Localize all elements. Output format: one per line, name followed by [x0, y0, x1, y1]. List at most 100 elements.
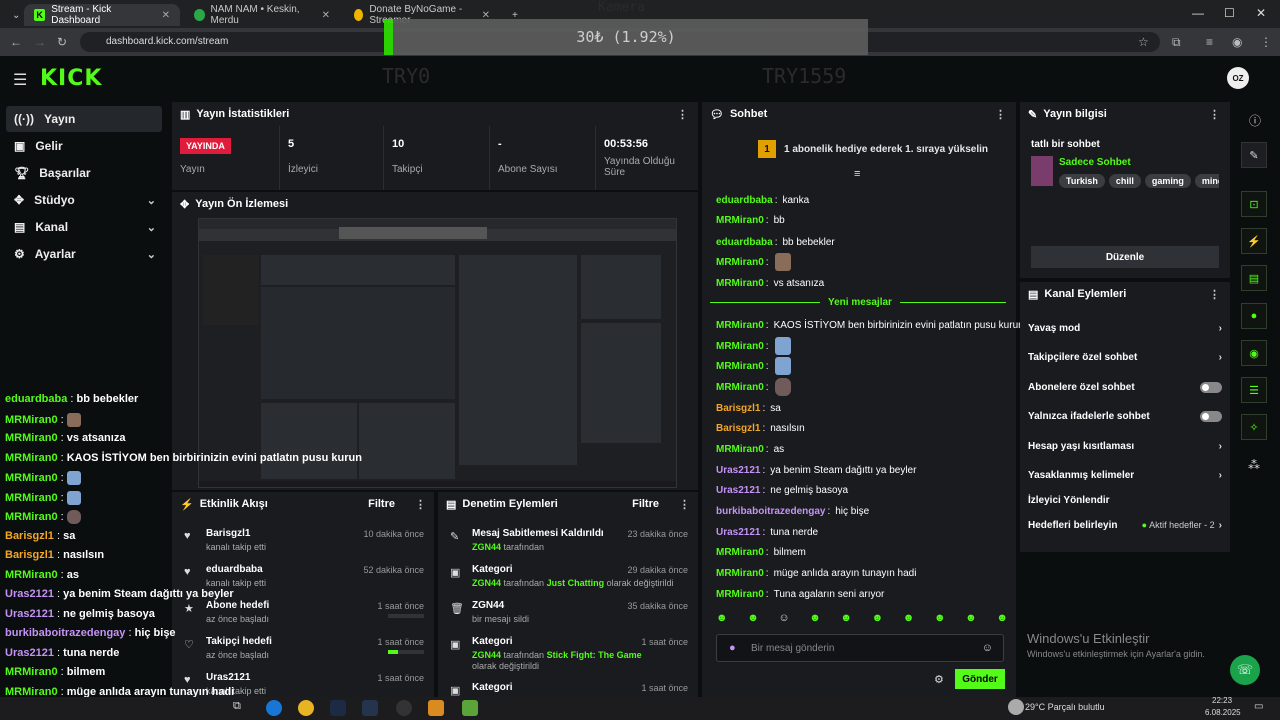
chat-settings-gear-icon[interactable]: ⚙: [934, 673, 944, 686]
more-icon[interactable]: ⋮: [1209, 108, 1220, 121]
chat-username[interactable]: MRMiran0: [716, 444, 764, 455]
browser-menu-icon[interactable]: ⋮: [1260, 35, 1272, 49]
emoji-icon[interactable]: ☺: [982, 642, 993, 654]
action-emotes-only[interactable]: Yalnızca ifadelerle sohbet: [1028, 406, 1222, 426]
emote-icon[interactable]: ☻: [872, 612, 884, 628]
lightning-icon[interactable]: ⚡: [1241, 228, 1267, 254]
bookmark-star-icon[interactable]: ☆: [1138, 35, 1149, 49]
chat-username[interactable]: eduardbaba: [716, 195, 773, 206]
emote-icon[interactable]: ☻: [996, 612, 1008, 628]
focus-icon[interactable]: ⊡: [1241, 191, 1267, 217]
chat-username[interactable]: Uras2121: [716, 527, 760, 538]
scroll-down-icon[interactable]: ≡: [854, 168, 860, 180]
notifications-icon[interactable]: ▭: [1254, 701, 1263, 712]
more-icon[interactable]: ⋮: [679, 498, 690, 511]
action-raid[interactable]: İzleyici Yönlendir: [1028, 490, 1222, 510]
stream-preview-video[interactable]: [198, 218, 677, 488]
pinned-gift-banner[interactable]: 1 1 abonelik hediye ederek 1. sıraya yüks…: [758, 140, 988, 158]
chat-username[interactable]: MRMiran0: [716, 589, 764, 600]
more-icon[interactable]: ⋮: [677, 108, 688, 121]
sidebar-item-basarilar[interactable]: 🏆︎ Başarılar: [6, 160, 162, 186]
app-icon[interactable]: [428, 700, 444, 716]
pencil-icon[interactable]: ✎: [1241, 142, 1267, 168]
action-subscribers-only[interactable]: Abonelere özel sohbet: [1028, 377, 1222, 397]
clock-date[interactable]: 6.08.2025: [1205, 708, 1241, 717]
sidebar-item-gelir[interactable]: ▣ Gelir: [6, 133, 162, 159]
send-button[interactable]: Gönder: [955, 669, 1005, 689]
chat-username[interactable]: Barisgzl1: [716, 403, 760, 414]
close-window-icon[interactable]: ✕: [1256, 6, 1266, 20]
clock-time[interactable]: 22:23: [1212, 696, 1232, 705]
chrome-icon[interactable]: [298, 700, 314, 716]
sidebar-item-studyo[interactable]: ✥ Stüdyo ⌄: [6, 187, 162, 213]
nodes-icon[interactable]: ⁂: [1248, 458, 1260, 472]
chat-username[interactable]: Uras2121: [716, 465, 760, 476]
chat-username[interactable]: MRMiran0: [716, 361, 764, 372]
chat-username[interactable]: eduardbaba: [716, 237, 773, 248]
emote-icon[interactable]: ☻: [934, 612, 946, 628]
user-avatar[interactable]: OZ: [1227, 67, 1249, 89]
server-icon[interactable]: ☰: [1241, 377, 1267, 403]
more-icon[interactable]: ⋮: [415, 498, 426, 511]
edge-icon[interactable]: [266, 700, 282, 716]
chat-username[interactable]: MRMiran0: [716, 257, 764, 268]
chat-username[interactable]: MRMiran0: [716, 568, 764, 579]
profile-icon[interactable]: ◉: [1232, 35, 1242, 49]
chat-username[interactable]: MRMiran0: [716, 320, 764, 331]
more-icon[interactable]: ⋮: [995, 108, 1006, 121]
back-icon[interactable]: ←: [10, 35, 22, 49]
action-goals[interactable]: Hedefleri belirleyin ● Aktif hedefler - 2…: [1028, 515, 1222, 535]
task-view-icon[interactable]: ⧉: [233, 700, 241, 713]
kick-logo[interactable]: KICK: [40, 66, 102, 91]
moderation-filter-button[interactable]: Filtre: [632, 498, 659, 510]
emote-icon[interactable]: ☻: [903, 612, 915, 628]
more-icon[interactable]: ⋮: [1209, 288, 1220, 301]
support-headset-icon[interactable]: ☏: [1230, 655, 1260, 685]
tab-list-button[interactable]: ⌄: [2, 4, 22, 26]
reload-icon[interactable]: ↻: [57, 35, 67, 49]
chat-input-box[interactable]: ● Bir mesaj gönderin ☺: [716, 634, 1004, 662]
info-icon[interactable]: ⓘ: [1249, 112, 1261, 129]
emote-icon[interactable]: ☻: [809, 612, 821, 628]
media-icon[interactable]: ≡: [1206, 35, 1213, 49]
action-banned-words[interactable]: Yasaklanmış kelimeler ›: [1028, 465, 1222, 485]
extensions-icon[interactable]: ⧉: [1172, 35, 1181, 50]
sidebar-item-ayarlar[interactable]: ⚙ Ayarlar ⌄: [6, 241, 162, 267]
hamburger-menu-icon[interactable]: ☰: [13, 70, 27, 90]
chat-username[interactable]: MRMiran0: [716, 382, 764, 393]
forward-icon[interactable]: →: [34, 35, 46, 49]
action-slow-mode[interactable]: Yavaş mod ›: [1028, 318, 1222, 338]
document-icon[interactable]: ▤: [1241, 265, 1267, 291]
broadcast-icon[interactable]: ◉: [1241, 340, 1267, 366]
maximize-icon[interactable]: ☐: [1224, 6, 1235, 20]
chat-username[interactable]: burkibaboitrazedengay: [716, 506, 825, 517]
wrench-icon[interactable]: ✧: [1241, 414, 1267, 440]
subscribers-only-toggle[interactable]: [1200, 381, 1222, 393]
steam-alt-icon[interactable]: [362, 700, 378, 716]
activity-filter-button[interactable]: Filtre: [368, 498, 395, 510]
microphone-icon[interactable]: ●: [729, 642, 736, 654]
chat-username[interactable]: Uras2121: [716, 485, 760, 496]
minimize-icon[interactable]: —: [1192, 6, 1204, 20]
chat-username[interactable]: Barisgzl1: [716, 423, 760, 434]
close-icon[interactable]: ✕: [162, 10, 170, 21]
chat-username[interactable]: MRMiran0: [716, 215, 764, 226]
tab-nam-nam[interactable]: NAM NAM • Keskin, Merdu ✕: [184, 4, 340, 26]
chat-bubble-icon[interactable]: ●: [1241, 303, 1267, 329]
emote-icon[interactable]: ☺: [778, 612, 789, 628]
emote-icon[interactable]: ☻: [716, 612, 728, 628]
emote-icon[interactable]: ☻: [840, 612, 852, 628]
steam-icon[interactable]: [330, 700, 346, 716]
category-name[interactable]: Sadece Sohbet: [1059, 157, 1131, 168]
obs-icon[interactable]: [396, 700, 412, 716]
emote-icon[interactable]: ☻: [965, 612, 977, 628]
action-account-age[interactable]: Hesap yaşı kısıtlaması ›: [1028, 436, 1222, 456]
chat-username[interactable]: MRMiran0: [716, 278, 764, 289]
chat-username[interactable]: MRMiran0: [716, 341, 764, 352]
emotes-only-toggle[interactable]: [1200, 410, 1222, 422]
emote-icon[interactable]: ☻: [747, 612, 759, 628]
chat-username[interactable]: MRMiran0: [716, 547, 764, 558]
sidebar-item-yayin[interactable]: ((·)) Yayın: [6, 106, 162, 132]
minecraft-icon[interactable]: [462, 700, 478, 716]
sidebar-item-kanal[interactable]: ▤ Kanal ⌄: [6, 214, 162, 240]
